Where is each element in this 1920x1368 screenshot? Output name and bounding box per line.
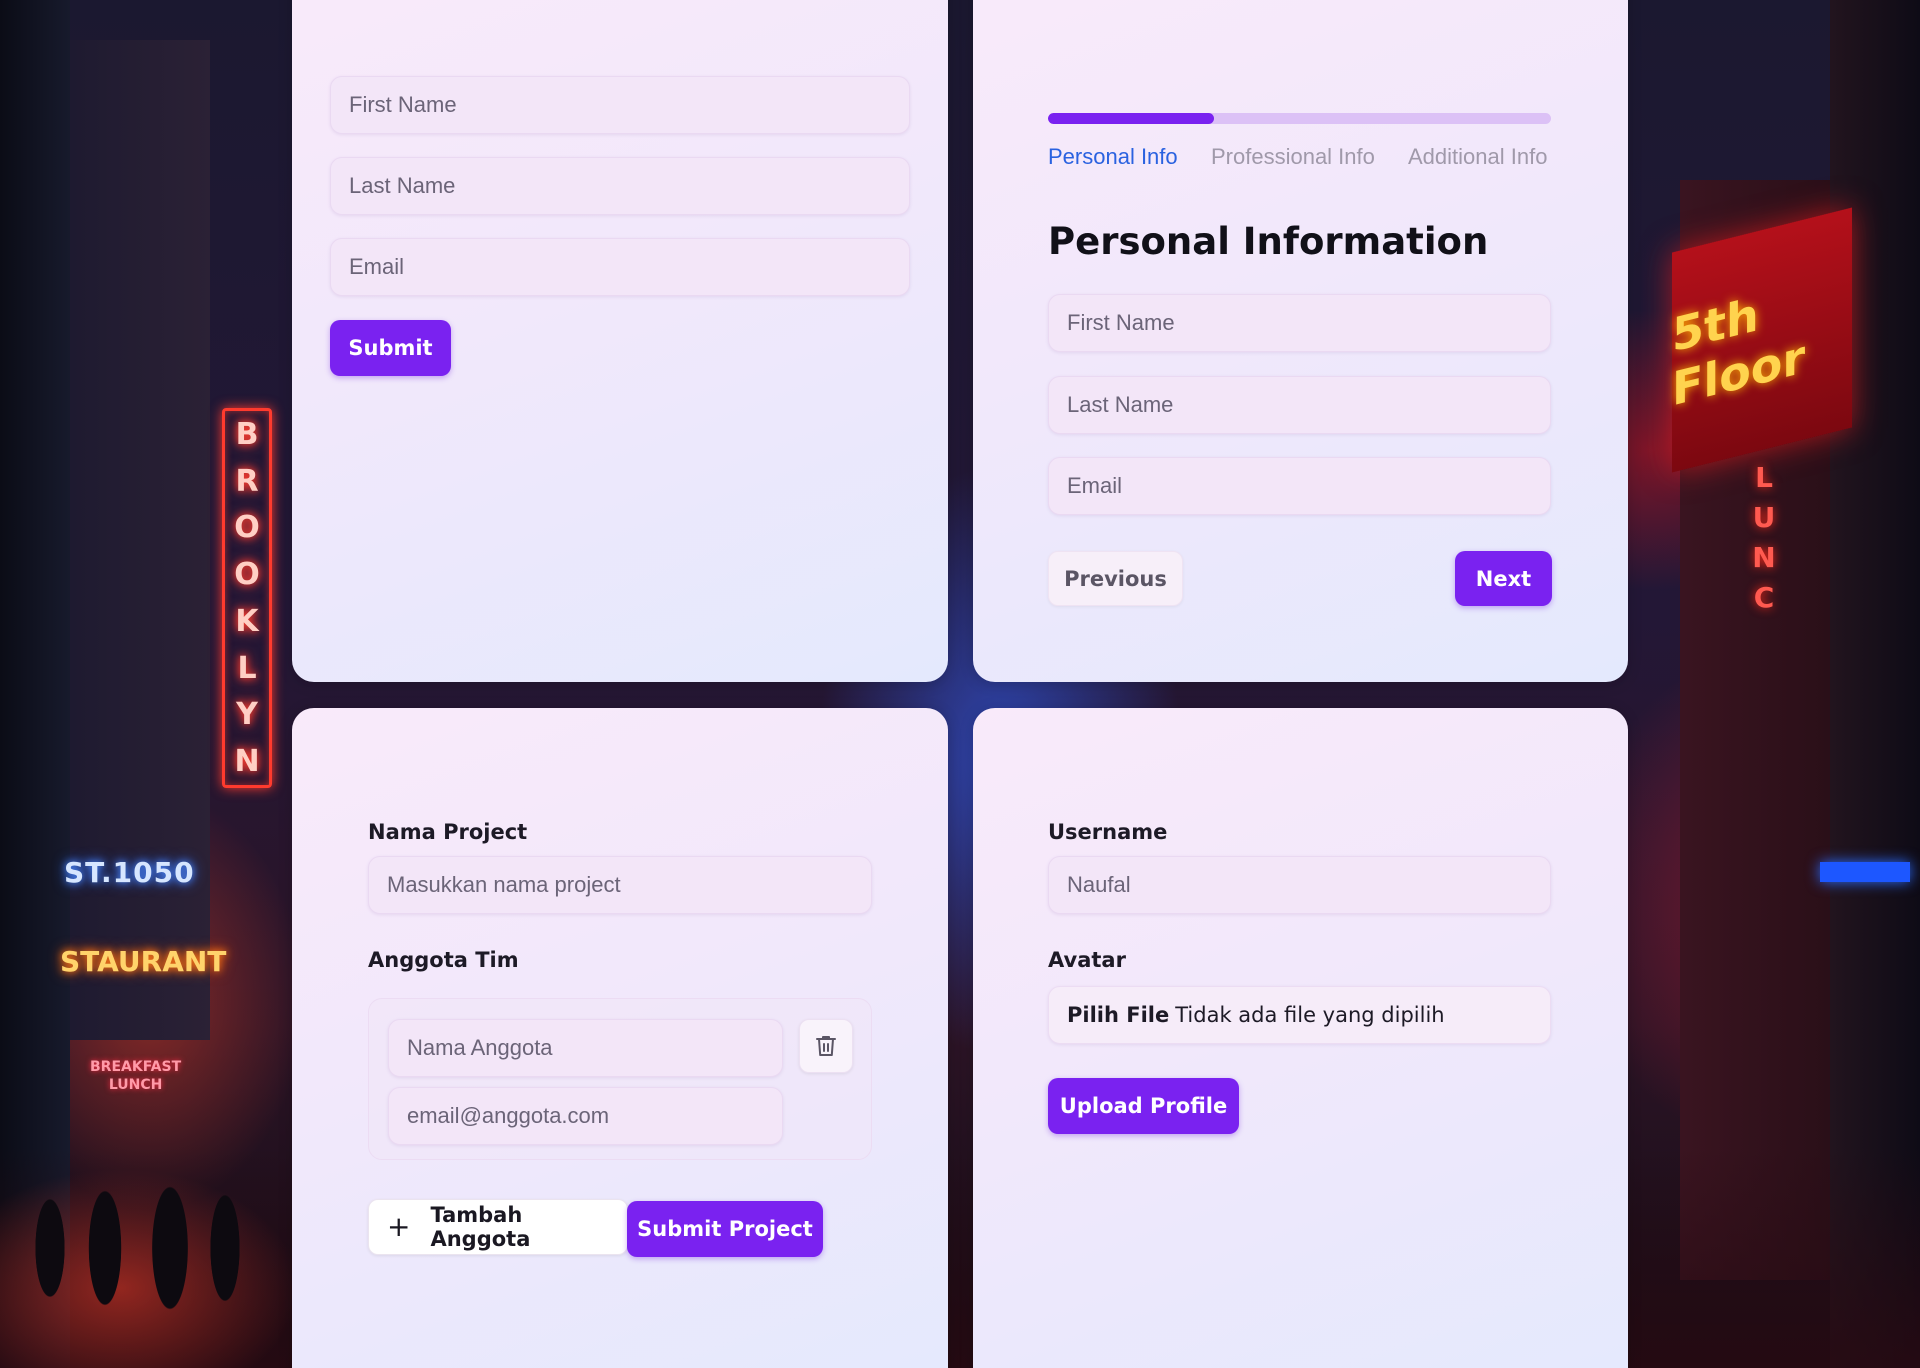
sign-letter: N	[1752, 541, 1776, 574]
upload-profile-button[interactable]: Upload Profile	[1048, 1078, 1239, 1134]
delete-member-button[interactable]	[799, 1019, 853, 1073]
simple-form-card: First Name Last Name Email Submit	[292, 0, 948, 682]
step-professional-info[interactable]: Professional Info	[1211, 144, 1375, 170]
choose-file-button[interactable]: Pilih File	[1067, 1003, 1169, 1027]
step-progress-fill	[1048, 113, 1214, 124]
sign-letter: R	[235, 463, 259, 499]
avatar-file-input[interactable]: Pilih File Tidak ada file yang dipilih	[1048, 986, 1551, 1044]
email-input[interactable]: Email	[1048, 457, 1551, 515]
sign-letter: K	[235, 603, 259, 639]
add-member-button[interactable]: + Tambah Anggota	[368, 1199, 628, 1255]
member-email-placeholder: email@anggota.com	[407, 1103, 610, 1128]
add-member-label: Tambah Anggota	[430, 1203, 531, 1251]
step-progress-bar	[1048, 113, 1551, 124]
username-input[interactable]: Naufal	[1048, 856, 1551, 914]
breakfast-lunch-sign: BREAKFAST LUNCH	[90, 1058, 181, 1094]
restaurant-sign: STAURANT	[60, 945, 227, 978]
project-name-placeholder: Masukkan nama project	[387, 872, 621, 897]
sign-letter: O	[234, 510, 260, 546]
sign-letter: L	[237, 650, 257, 686]
sign-letter: U	[1752, 501, 1776, 534]
username-value: Naufal	[1067, 872, 1131, 897]
project-form-card: Nama Project Masukkan nama project Anggo…	[292, 708, 948, 1368]
project-name-input[interactable]: Masukkan nama project	[368, 856, 872, 914]
email-placeholder: Email	[349, 254, 405, 279]
no-file-text: Tidak ada file yang dipilih	[1175, 1003, 1445, 1027]
first-name-placeholder: First Name	[1067, 310, 1175, 335]
submit-button[interactable]: Submit	[330, 320, 451, 376]
team-member-row: Nama Anggota email@anggota.com	[368, 998, 872, 1160]
last-name-input[interactable]: Last Name	[330, 157, 910, 215]
step-personal-info[interactable]: Personal Info	[1048, 144, 1178, 170]
pedestrian-silhouettes	[10, 1168, 280, 1328]
city-night-background: B R O O K L Y N ST.1050 STAURANT BREAKFA…	[0, 0, 1920, 1368]
next-button[interactable]: Next	[1455, 551, 1552, 606]
step-additional-info[interactable]: Additional Info	[1408, 144, 1547, 170]
sign-letter: L	[1755, 461, 1773, 494]
fifth-floor-sign: 5th Floor	[1672, 207, 1852, 473]
section-title: Personal Information	[1048, 220, 1489, 263]
team-members-label: Anggota Tim	[368, 948, 519, 972]
first-name-input[interactable]: First Name	[1048, 294, 1551, 352]
member-email-input[interactable]: email@anggota.com	[388, 1087, 783, 1145]
member-name-input[interactable]: Nama Anggota	[388, 1019, 783, 1077]
username-label: Username	[1048, 820, 1168, 844]
first-name-placeholder: First Name	[349, 92, 457, 117]
sign-letter: Y	[236, 697, 258, 733]
vertical-lunch-sign: L U N C	[1744, 458, 1784, 628]
sign-letter: B	[235, 416, 259, 452]
trash-icon	[816, 1036, 836, 1056]
plus-icon: +	[387, 1210, 411, 1243]
email-input[interactable]: Email	[330, 238, 910, 296]
profile-form-card: Username Naufal Avatar Pilih File Tidak …	[973, 708, 1628, 1368]
building-left	[70, 40, 210, 1040]
avatar-label: Avatar	[1048, 948, 1126, 972]
street-number-sign: ST.1050	[64, 856, 195, 889]
first-name-input[interactable]: First Name	[330, 76, 910, 134]
brooklyn-neon-sign: B R O O K L Y N	[222, 408, 272, 788]
breakfast-text: BREAKFAST	[90, 1059, 182, 1075]
sign-letter: N	[234, 744, 260, 780]
submit-project-button[interactable]: Submit Project	[627, 1201, 823, 1257]
sign-letter: C	[1753, 581, 1775, 614]
last-name-input[interactable]: Last Name	[1048, 376, 1551, 434]
email-placeholder: Email	[1067, 473, 1123, 498]
previous-button[interactable]: Previous	[1048, 551, 1183, 606]
sign-letter: O	[234, 557, 260, 593]
member-name-placeholder: Nama Anggota	[407, 1035, 553, 1060]
last-name-placeholder: Last Name	[1067, 392, 1174, 417]
project-name-label: Nama Project	[368, 820, 528, 844]
lunch-text: LUNCH	[108, 1077, 163, 1093]
blue-neon-strip	[1820, 862, 1910, 882]
stepper-form-card: Personal Info Professional Info Addition…	[973, 0, 1628, 682]
last-name-placeholder: Last Name	[349, 173, 456, 198]
